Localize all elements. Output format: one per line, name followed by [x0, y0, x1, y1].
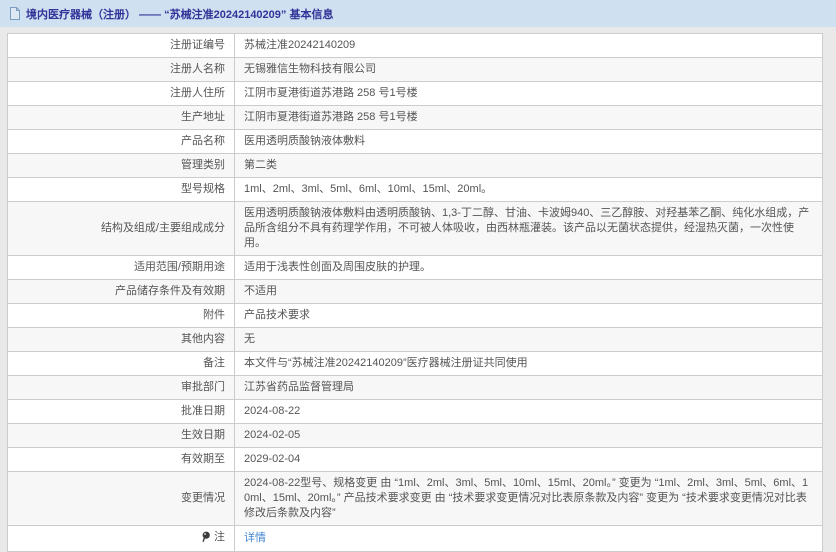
row-label: 注	[8, 526, 235, 552]
table-row: 产品名称医用透明质酸钠液体敷料	[8, 130, 823, 154]
row-label-text: 结构及组成/主要组成成分	[101, 222, 225, 234]
table-row: 适用范围/预期用途适用于浅表性创面及周围皮肤的护理。	[8, 256, 823, 280]
row-value: 第二类	[235, 154, 823, 178]
row-value: 江苏省药品监督管理局	[235, 376, 823, 400]
document-icon	[9, 7, 21, 20]
table-row: 注 详情	[8, 526, 823, 552]
header-bar: 境内医疗器械（注册） —— “苏械注准20242140209” 基本信息	[0, 0, 836, 27]
table-row: 批准日期 2024-08-22	[8, 400, 823, 424]
row-value: 本文件与“苏械注准20242140209”医疗器械注册证共同使用	[235, 352, 823, 376]
row-value: 2024-08-22	[235, 400, 823, 424]
row-label: 附件	[8, 304, 235, 328]
row-label-text: 审批部门	[181, 381, 225, 393]
row-value: 无锡雅信生物科技有限公司	[235, 58, 823, 82]
row-label: 适用范围/预期用途	[8, 256, 235, 280]
table-row: 附件产品技术要求	[8, 304, 823, 328]
table-row: 有效期至 2029-02-04	[8, 448, 823, 472]
table-row: 注册人住所江阴市夏港街道苏港路 258 号1号楼	[8, 82, 823, 106]
row-value: 详情	[235, 526, 823, 552]
row-label: 注册人名称	[8, 58, 235, 82]
row-value: 医用透明质酸钠液体敷料由透明质酸钠、1,3-丁二醇、甘油、卡波姆940、三乙醇胺…	[235, 202, 823, 256]
row-label: 审批部门	[8, 376, 235, 400]
row-label-text: 产品名称	[181, 135, 225, 147]
row-label-text: 其他内容	[181, 333, 225, 345]
row-label: 其他内容	[8, 328, 235, 352]
row-label: 有效期至	[8, 448, 235, 472]
row-value: 江阴市夏港街道苏港路 258 号1号楼	[235, 82, 823, 106]
table-row: 型号规格 1ml、2ml、3ml、5ml、6ml、10ml、15ml、20ml。	[8, 178, 823, 202]
row-label: 批准日期	[8, 400, 235, 424]
row-label: 型号规格	[8, 178, 235, 202]
note-icon	[201, 531, 211, 547]
row-value: 2029-02-04	[235, 448, 823, 472]
row-label-text: 管理类别	[181, 159, 225, 171]
row-label: 产品储存条件及有效期	[8, 280, 235, 304]
page-title: 境内医疗器械（注册） —— “苏械注准20242140209” 基本信息	[26, 6, 333, 22]
row-value: 2024-08-22型号、规格变更 由 “1ml、2ml、3ml、5ml、10m…	[235, 472, 823, 526]
table-row: 审批部门江苏省药品监督管理局	[8, 376, 823, 400]
row-value: 产品技术要求	[235, 304, 823, 328]
row-label: 备注	[8, 352, 235, 376]
row-label-text: 注	[214, 531, 225, 543]
row-label: 变更情况	[8, 472, 235, 526]
row-label-text: 变更情况	[181, 492, 225, 504]
row-value: 江阴市夏港街道苏港路 258 号1号楼	[235, 106, 823, 130]
row-label: 结构及组成/主要组成成分	[8, 202, 235, 256]
row-label-text: 适用范围/预期用途	[134, 261, 225, 273]
row-label-text: 有效期至	[181, 453, 225, 465]
table-row: 生效日期 2024-02-05	[8, 424, 823, 448]
row-label-text: 产品储存条件及有效期	[115, 285, 225, 297]
row-label: 生产地址	[8, 106, 235, 130]
table-row: 管理类别第二类	[8, 154, 823, 178]
detail-link[interactable]: 详情	[244, 532, 266, 544]
info-table: 注册证编号苏械注准20242140209注册人名称无锡雅信生物科技有限公司注册人…	[7, 33, 823, 552]
row-label: 注册证编号	[8, 34, 235, 58]
row-value: 无	[235, 328, 823, 352]
row-label-text: 备注	[203, 357, 225, 369]
row-label-text: 注册人名称	[170, 63, 225, 75]
row-label: 产品名称	[8, 130, 235, 154]
table-row: 注册人名称无锡雅信生物科技有限公司	[8, 58, 823, 82]
row-value: 不适用	[235, 280, 823, 304]
row-value: 医用透明质酸钠液体敷料	[235, 130, 823, 154]
table-row: 产品储存条件及有效期不适用	[8, 280, 823, 304]
row-label-text: 注册证编号	[170, 39, 225, 51]
row-value: 1ml、2ml、3ml、5ml、6ml、10ml、15ml、20ml。	[235, 178, 823, 202]
row-label-text: 注册人住所	[170, 87, 225, 99]
table-row: 注册证编号苏械注准20242140209	[8, 34, 823, 58]
row-label-text: 生产地址	[181, 111, 225, 123]
info-table-body: 注册证编号苏械注准20242140209注册人名称无锡雅信生物科技有限公司注册人…	[8, 34, 823, 552]
row-label-text: 附件	[203, 309, 225, 321]
table-row: 结构及组成/主要组成成分医用透明质酸钠液体敷料由透明质酸钠、1,3-丁二醇、甘油…	[8, 202, 823, 256]
row-value: 2024-02-05	[235, 424, 823, 448]
row-label: 管理类别	[8, 154, 235, 178]
row-label-text: 生效日期	[181, 429, 225, 441]
row-label: 注册人住所	[8, 82, 235, 106]
table-row: 备注本文件与“苏械注准20242140209”医疗器械注册证共同使用	[8, 352, 823, 376]
row-label-text: 型号规格	[181, 183, 225, 195]
table-row: 生产地址江阴市夏港街道苏港路 258 号1号楼	[8, 106, 823, 130]
row-value: 苏械注准20242140209	[235, 34, 823, 58]
row-label-text: 批准日期	[181, 405, 225, 417]
table-row: 变更情况 2024-08-22型号、规格变更 由 “1ml、2ml、3ml、5ml…	[8, 472, 823, 526]
row-value: 适用于浅表性创面及周围皮肤的护理。	[235, 256, 823, 280]
row-label: 生效日期	[8, 424, 235, 448]
table-row: 其他内容无	[8, 328, 823, 352]
